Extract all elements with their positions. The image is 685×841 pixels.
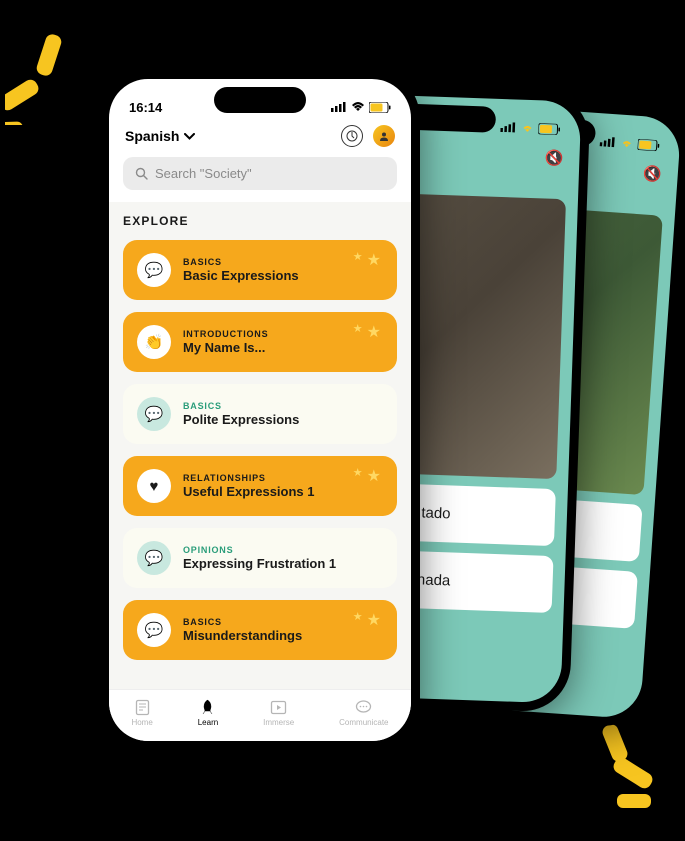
section-title: EXPLORE [123,214,397,228]
signal-icon [500,122,516,133]
wifi-icon [620,138,635,149]
language-selector[interactable]: Spanish [125,128,195,144]
battery-icon [637,138,660,151]
card-title: Polite Expressions [183,412,383,427]
language-label: Spanish [125,128,179,144]
status-time: 16:14 [129,100,162,115]
notch [214,87,306,113]
signal-icon [331,102,347,112]
file-icon [134,698,151,716]
lesson-card[interactable]: 💬BASICSMisunderstandings★★ [123,600,397,660]
stars-icon: ★★ [353,610,381,630]
card-title: My Name Is... [183,340,383,355]
card-title: Misunderstandings [183,628,383,643]
accent-mark-tl [5,30,95,125]
nav-label: Home [131,718,152,727]
search-placeholder: Search "Society" [155,166,252,181]
header: Spanish [109,121,411,157]
accent-mark-br [555,716,665,811]
mute-icon[interactable]: 🔇 [544,149,563,168]
lesson-card[interactable]: 👏INTRODUCTIONSMy Name Is...★★ [123,312,397,372]
card-icon: 💬 [137,541,171,575]
battery-icon [538,123,560,135]
nav-label: Immerse [263,718,294,727]
lesson-card[interactable]: 💬 BASICSPolite Expressions [123,384,397,444]
status-icons [331,102,391,113]
wifi-icon [520,123,534,133]
phone-front: 16:14 Spanish Search "Society" EXPLORE 💬… [100,70,420,750]
streak-icon[interactable] [341,125,363,147]
card-title: Basic Expressions [183,268,383,283]
card-icon: 👏 [137,325,171,359]
nav-label: Learn [198,718,218,727]
chevron-down-icon [184,133,195,140]
card-icon: ♥ [137,469,171,503]
nav-immerse[interactable]: Immerse [263,698,294,727]
nav-label: Communicate [339,718,388,727]
search-input[interactable]: Search "Society" [123,157,397,190]
card-icon: 💬 [137,613,171,647]
main-content: EXPLORE 💬BASICSBasic Expressions★★👏INTRO… [109,202,411,689]
nav-home[interactable]: Home [131,698,152,727]
stars-icon: ★★ [353,322,381,342]
stars-icon: ★★ [353,466,381,486]
rocket-icon [199,698,216,716]
lesson-card[interactable]: ♥RELATIONSHIPSUseful Expressions 1★★ [123,456,397,516]
stars-icon: ★★ [353,250,381,270]
lesson-card[interactable]: 💬 OPINIONSExpressing Frustration 1 [123,528,397,588]
lesson-card[interactable]: 💬BASICSBasic Expressions★★ [123,240,397,300]
search-icon [135,167,148,180]
card-title: Expressing Frustration 1 [183,556,383,571]
profile-icon[interactable] [373,125,395,147]
nav-communicate[interactable]: Communicate [339,698,388,727]
play-icon [270,698,287,716]
nav-learn[interactable]: Learn [198,698,218,727]
signal-icon [600,136,617,147]
chat-icon [355,698,372,716]
card-icon: 💬 [137,253,171,287]
wifi-icon [351,102,365,112]
card-title: Useful Expressions 1 [183,484,383,499]
card-category: OPINIONS [183,545,383,555]
mute-icon[interactable]: 🔇 [642,164,662,183]
card-category: BASICS [183,401,383,411]
battery-icon [369,102,391,113]
bottom-nav: Home Learn Immerse Communicate [109,689,411,741]
status-icons [600,136,661,151]
card-icon: 💬 [137,397,171,431]
status-icons [500,121,560,134]
